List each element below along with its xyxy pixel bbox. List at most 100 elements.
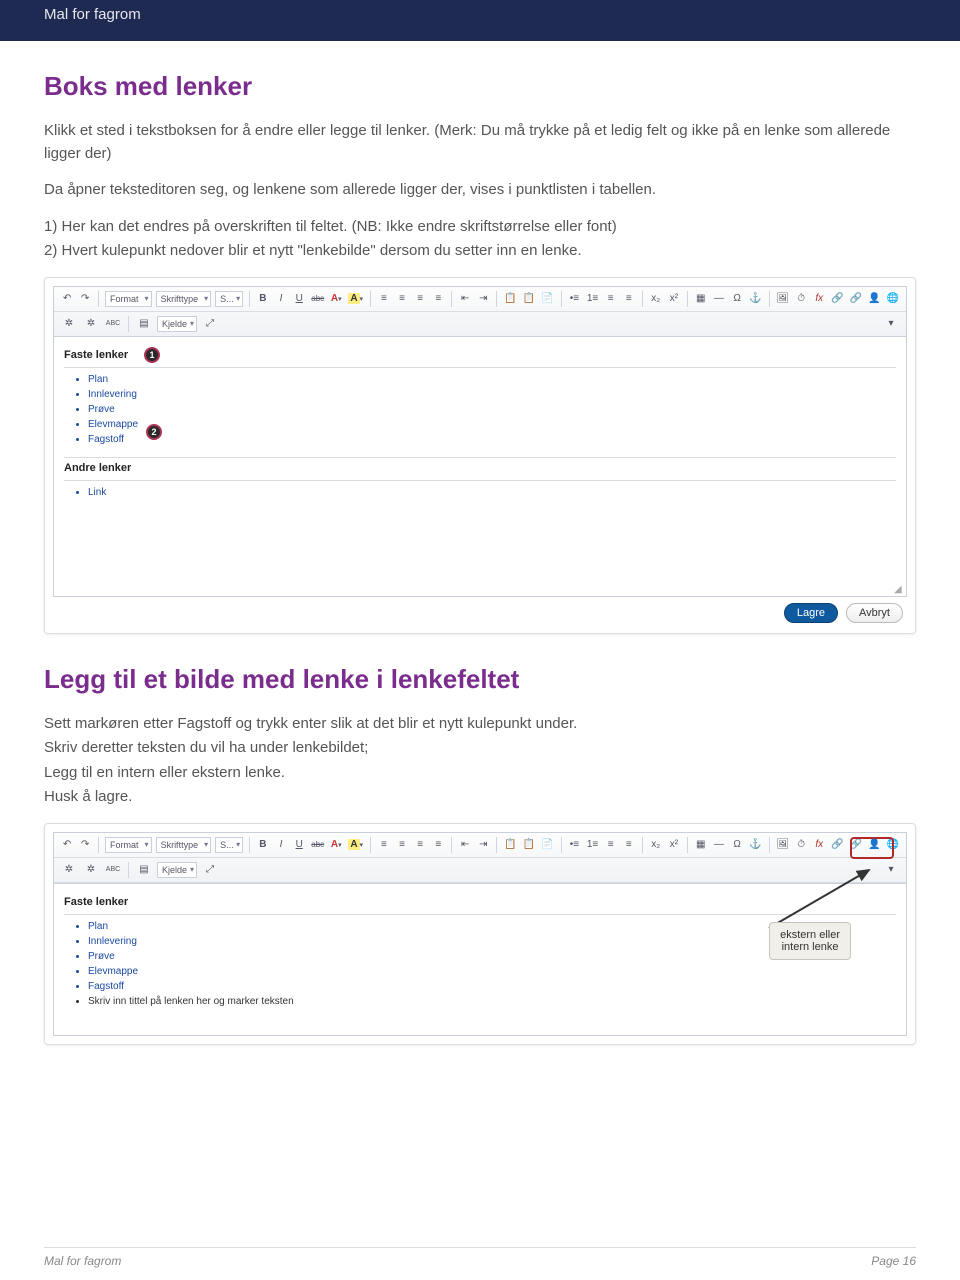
alignright-icon[interactable]: ≡ bbox=[413, 836, 427, 854]
sub-icon[interactable]: x₂ bbox=[649, 836, 663, 854]
size-select[interactable]: S... bbox=[215, 291, 243, 307]
textcolor-icon[interactable]: A▾ bbox=[329, 290, 343, 308]
sup-icon[interactable]: x² bbox=[667, 290, 681, 308]
table-icon[interactable]: ▦ bbox=[694, 836, 708, 854]
expand-icon[interactable]: ⤢ bbox=[201, 315, 219, 333]
ul-icon[interactable]: •≡ bbox=[567, 290, 581, 308]
ol-icon[interactable]: 1≡ bbox=[585, 836, 599, 854]
list2-icon[interactable]: ≡ bbox=[604, 836, 618, 854]
link2-icon[interactable]: 🔗 bbox=[849, 836, 863, 854]
aligncenter-icon[interactable]: ≡ bbox=[395, 836, 409, 854]
cancel-button[interactable]: Avbryt bbox=[846, 603, 903, 623]
editor-body-2[interactable]: Faste lenker Plan Innlevering Prøve Elev… bbox=[53, 884, 907, 1036]
clock-icon[interactable]: ⏱ bbox=[794, 836, 808, 854]
bgcolor-icon[interactable]: A▾ bbox=[347, 290, 364, 308]
alignleft-icon[interactable]: ≡ bbox=[377, 836, 391, 854]
fonttype-select[interactable]: Skrifttype bbox=[156, 291, 212, 307]
outdent-icon[interactable]: ⇤ bbox=[458, 836, 472, 854]
alignright-icon[interactable]: ≡ bbox=[413, 290, 427, 308]
redo-icon[interactable]: ↷ bbox=[78, 836, 92, 854]
list-item[interactable]: Elevmappe bbox=[88, 417, 896, 432]
resize-handle-icon[interactable]: ◢ bbox=[894, 584, 904, 594]
list-item[interactable]: Innlevering bbox=[88, 387, 896, 402]
save-button[interactable]: Lagre bbox=[784, 603, 838, 623]
list-item-new[interactable]: Skriv inn tittel på lenken her og marker… bbox=[88, 994, 896, 1009]
list3-icon[interactable]: ≡ bbox=[622, 290, 636, 308]
link-icon[interactable]: 🔗 bbox=[830, 290, 844, 308]
indent-icon[interactable]: ⇥ bbox=[476, 836, 490, 854]
paste1-icon[interactable]: 📋 bbox=[503, 290, 517, 308]
more-icon[interactable]: ▾ bbox=[882, 315, 900, 333]
external-link-icon[interactable]: 🌐 bbox=[886, 836, 900, 854]
list-item[interactable]: Fagstoff bbox=[88, 979, 896, 994]
anchor-icon[interactable]: ⚓ bbox=[748, 290, 762, 308]
expand-icon[interactable]: ⤢ bbox=[201, 861, 219, 879]
fx-icon[interactable]: fx bbox=[812, 836, 826, 854]
spell1-icon[interactable]: ✲ bbox=[60, 315, 78, 333]
bold-icon[interactable]: B bbox=[256, 290, 270, 308]
kjelde-select[interactable]: Kjelde bbox=[157, 316, 197, 332]
list-item[interactable]: Elevmappe bbox=[88, 964, 896, 979]
italic-icon[interactable]: I bbox=[274, 290, 288, 308]
spell2-icon[interactable]: ✲ bbox=[82, 315, 100, 333]
anchor-icon[interactable]: ⚓ bbox=[748, 836, 762, 854]
list-item[interactable]: Fagstoff bbox=[88, 432, 896, 447]
strike-icon[interactable]: abc bbox=[310, 836, 325, 854]
list3-icon[interactable]: ≡ bbox=[622, 836, 636, 854]
hr-icon[interactable]: — bbox=[712, 836, 726, 854]
underline-icon[interactable]: U bbox=[292, 836, 306, 854]
undo-icon[interactable]: ↶ bbox=[60, 290, 74, 308]
abc-icon[interactable]: ABC bbox=[104, 861, 122, 879]
size-select[interactable]: S... bbox=[215, 837, 243, 853]
redo-icon[interactable]: ↷ bbox=[78, 290, 92, 308]
list-item[interactable]: Link bbox=[88, 485, 896, 500]
sup-icon[interactable]: x² bbox=[667, 836, 681, 854]
omega-icon[interactable]: Ω bbox=[730, 290, 744, 308]
link2-icon[interactable]: 🔗 bbox=[849, 290, 863, 308]
user-icon[interactable]: 👤 bbox=[867, 290, 881, 308]
fonttype-select[interactable]: Skrifttype bbox=[156, 837, 212, 853]
spell1-icon[interactable]: ✲ bbox=[60, 861, 78, 879]
alignjustify-icon[interactable]: ≡ bbox=[431, 290, 445, 308]
format-select[interactable]: Format bbox=[105, 837, 152, 853]
globe-icon[interactable]: 🌐 bbox=[886, 290, 900, 308]
ul-icon[interactable]: •≡ bbox=[567, 836, 581, 854]
aligncenter-icon[interactable]: ≡ bbox=[395, 290, 409, 308]
indent-icon[interactable]: ⇥ bbox=[476, 290, 490, 308]
strike-icon[interactable]: abc bbox=[310, 290, 325, 308]
sub-icon[interactable]: x₂ bbox=[649, 290, 663, 308]
bold-icon[interactable]: B bbox=[256, 836, 270, 854]
editor-body-1[interactable]: Faste lenker 1 Plan Innlevering Prøve El… bbox=[53, 337, 907, 597]
paste3-icon[interactable]: 📄 bbox=[540, 290, 554, 308]
paste1-icon[interactable]: 📋 bbox=[503, 836, 517, 854]
hr-icon[interactable]: — bbox=[712, 290, 726, 308]
paste2-icon[interactable]: 📋 bbox=[522, 290, 536, 308]
paste3-icon[interactable]: 📄 bbox=[540, 836, 554, 854]
code-icon[interactable]: ▤ bbox=[135, 315, 153, 333]
code-icon[interactable]: ▤ bbox=[135, 861, 153, 879]
table-icon[interactable]: ▦ bbox=[694, 290, 708, 308]
clock-icon[interactable]: ⏱ bbox=[794, 290, 808, 308]
spell2-icon[interactable]: ✲ bbox=[82, 861, 100, 879]
omega-icon[interactable]: Ω bbox=[730, 836, 744, 854]
italic-icon[interactable]: I bbox=[274, 836, 288, 854]
bgcolor-icon[interactable]: A▾ bbox=[347, 836, 364, 854]
list2-icon[interactable]: ≡ bbox=[604, 290, 618, 308]
format-select[interactable]: Format bbox=[105, 291, 152, 307]
list-item[interactable]: Plan bbox=[88, 372, 896, 387]
textcolor-icon[interactable]: A▾ bbox=[329, 836, 343, 854]
user-link-icon[interactable]: 👤 bbox=[867, 836, 881, 854]
fx-icon[interactable]: fx bbox=[812, 290, 826, 308]
underline-icon[interactable]: U bbox=[292, 290, 306, 308]
undo-icon[interactable]: ↶ bbox=[60, 836, 74, 854]
abc-icon[interactable]: ABC bbox=[104, 315, 122, 333]
alignjustify-icon[interactable]: ≡ bbox=[431, 836, 445, 854]
alignleft-icon[interactable]: ≡ bbox=[377, 290, 391, 308]
kjelde-select[interactable]: Kjelde bbox=[157, 862, 197, 878]
image-icon[interactable]: 🖼 bbox=[775, 836, 790, 854]
more-icon[interactable]: ▾ bbox=[882, 861, 900, 879]
link-icon[interactable]: 🔗 bbox=[830, 836, 844, 854]
ol-icon[interactable]: 1≡ bbox=[585, 290, 599, 308]
outdent-icon[interactable]: ⇤ bbox=[458, 290, 472, 308]
list-item[interactable]: Prøve bbox=[88, 402, 896, 417]
